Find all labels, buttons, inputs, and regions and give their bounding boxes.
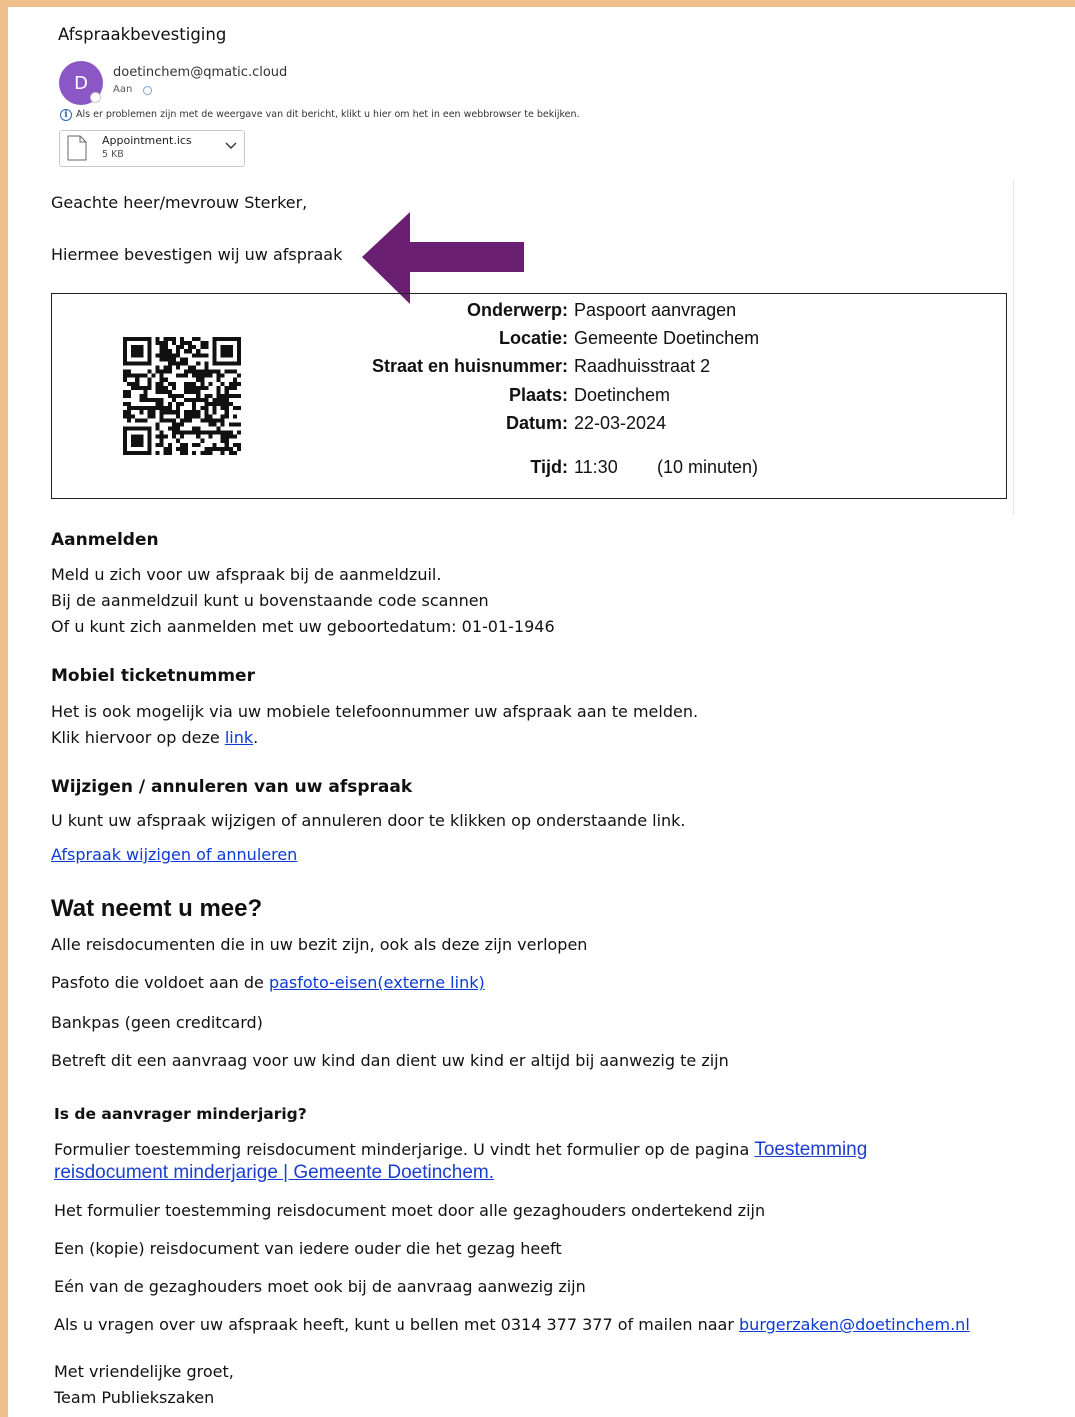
- street-label: Straat en huisnummer:: [371, 356, 568, 376]
- recipient-status-icon: [143, 86, 152, 95]
- presence-status-icon: [90, 92, 101, 103]
- change-appointment-link[interactable]: Afspraak wijzigen of annuleren: [51, 845, 297, 864]
- attachment-size: 5 KB: [102, 149, 124, 160]
- location-value: Gemeente Doetinchem: [574, 328, 760, 348]
- street-value: Raadhuisstraat 2: [574, 356, 711, 376]
- minor-line: Eén van de gezaghouders moet ook bij de …: [54, 1277, 586, 1296]
- place-value: Doetinchem: [574, 385, 671, 405]
- checkin-line: Bij de aanmeldzuil kunt u bovenstaande c…: [51, 591, 489, 610]
- subject-value: Paspoort aanvragen: [574, 300, 737, 320]
- info-icon: i: [60, 109, 72, 121]
- time-label: Tijd:: [530, 457, 568, 477]
- recipient-label: Aan: [113, 84, 133, 95]
- change-line: U kunt uw afspraak wijzigen of annuleren…: [51, 811, 686, 830]
- minor-line: Als u vragen over uw afspraak heeft, kun…: [54, 1315, 970, 1334]
- consent-form-link[interactable]: Toestemming: [754, 1139, 867, 1160]
- mobile-line: Het is ook mogelijk via uw mobiele telef…: [51, 702, 699, 721]
- minor-line: Een (kopie) reisdocument van iedere oude…: [54, 1239, 562, 1258]
- attachment-name: Appointment.ics: [102, 134, 192, 147]
- mobile-line-prefix: Klik hiervoor op deze: [51, 728, 225, 747]
- date-value: 22-03-2024: [574, 413, 667, 433]
- bring-line: Alle reisdocumenten die in uw bezit zijn…: [51, 935, 588, 954]
- email-link[interactable]: burgerzaken@doetinchem.nl: [739, 1315, 970, 1334]
- location-label: Locatie:: [498, 328, 568, 348]
- subject-label: Onderwerp:: [466, 300, 568, 320]
- change-heading: Wijzigen / annuleren van uw afspraak: [51, 777, 413, 797]
- arrow-annotation: [362, 212, 524, 304]
- bring-line: Pasfoto die voldoet aan de pasfoto-eisen…: [51, 973, 485, 992]
- avatar-letter: D: [74, 72, 88, 94]
- time-value: 11:30: [574, 457, 618, 477]
- checkin-heading: Aanmelden: [51, 530, 159, 550]
- bring-line: Betreft dit een aanvraag voor uw kind da…: [51, 1051, 729, 1070]
- closing-line: Met vriendelijke groet,: [54, 1362, 234, 1381]
- duration-value: (10 minuten): [657, 457, 759, 477]
- file-icon: [67, 135, 87, 161]
- mobile-link[interactable]: link: [225, 728, 253, 747]
- contact-prefix: Als u vragen over uw afspraak heeft, kun…: [54, 1315, 740, 1334]
- minor-heading: Is de aanvrager minderjarig?: [54, 1105, 307, 1123]
- checkin-line: Of u kunt zich aanmelden met uw geboorte…: [51, 617, 555, 636]
- closing-signature: Team Publiekszaken: [54, 1388, 215, 1407]
- minor-line: reisdocument minderjarige | Gemeente Doe…: [54, 1162, 494, 1184]
- consent-form-link-cont[interactable]: reisdocument minderjarige | Gemeente Doe…: [54, 1162, 494, 1183]
- change-line: Afspraak wijzigen of annuleren: [51, 845, 297, 864]
- minor-line-prefix: Formulier toestemming reisdocument minde…: [54, 1140, 755, 1159]
- mobile-line: Klik hiervoor op deze link.: [51, 728, 258, 747]
- chevron-down-icon[interactable]: [225, 142, 237, 150]
- date-label: Datum:: [506, 413, 568, 433]
- place-label: Plaats:: [508, 385, 568, 405]
- confirmation-text: Hiermee bevestigen wij uw afspraak: [51, 245, 343, 264]
- bring-heading: Wat neemt u mee?: [51, 895, 263, 922]
- view-in-browser-notice[interactable]: Als er problemen zijn met de weergave va…: [76, 109, 580, 120]
- passport-photo-link[interactable]: pasfoto-eisen(externe link): [269, 973, 485, 992]
- checkin-line: Meld u zich voor uw afspraak bij de aanm…: [51, 565, 442, 584]
- minor-line: Het formulier toestemming reisdocument m…: [54, 1201, 766, 1220]
- bring-line-prefix: Pasfoto die voldoet aan de: [51, 973, 269, 992]
- email-subject: Afspraakbevestiging: [58, 25, 227, 44]
- minor-line: Formulier toestemming reisdocument minde…: [54, 1139, 867, 1161]
- mobile-heading: Mobiel ticketnummer: [51, 666, 255, 686]
- bring-line: Bankpas (geen creditcard): [51, 1013, 263, 1032]
- qr-code: [123, 337, 241, 455]
- sender-address[interactable]: doetinchem@qmatic.cloud: [113, 65, 287, 80]
- divider: [1013, 180, 1014, 515]
- greeting: Geachte heer/mevrouw Sterker,: [51, 193, 308, 212]
- mobile-line-suffix: .: [253, 728, 259, 747]
